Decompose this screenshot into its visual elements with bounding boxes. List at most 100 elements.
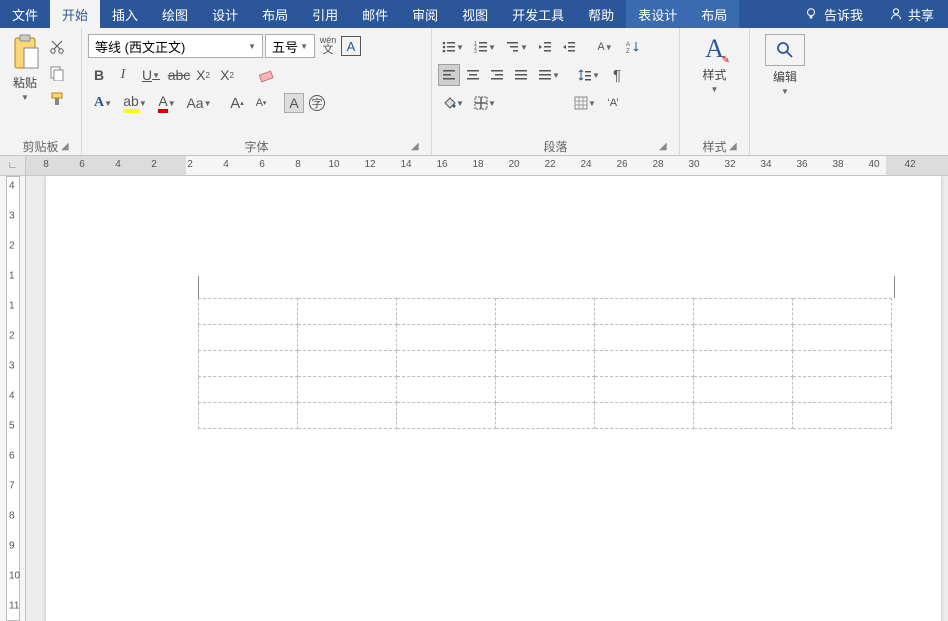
tab-insert[interactable]: 插入 — [100, 0, 150, 28]
cut-button[interactable] — [46, 36, 68, 58]
tab-layout[interactable]: 布局 — [250, 0, 300, 28]
decrease-indent-button[interactable] — [534, 36, 556, 58]
ruler-number: 2 — [9, 241, 15, 252]
ruler-number: 3 — [9, 361, 15, 372]
ruler-number: 30 — [688, 159, 699, 170]
sort-icon: AZ — [626, 40, 640, 54]
clipboard-launcher[interactable]: ◢ — [61, 141, 73, 153]
document-table[interactable] — [198, 298, 892, 429]
text-effects-button[interactable]: A ▼ — [88, 92, 118, 114]
group-clipboard: 粘贴 ▼ 剪贴板◢ — [0, 28, 82, 155]
tab-table-layout[interactable]: 布局 — [689, 0, 739, 28]
phonetic-guide-button[interactable]: wén文 — [317, 35, 339, 57]
font-size-combo[interactable]: 五号▼ — [265, 34, 315, 58]
svg-text:3: 3 — [474, 49, 477, 54]
group-paragraph: ▼ 123▼ ▼ A▼ AZ ▼ ▼ ¶ ▼ ▼ — [432, 28, 680, 155]
tab-home[interactable]: 开始 — [50, 0, 100, 28]
increase-indent-button[interactable] — [558, 36, 580, 58]
font-launcher[interactable]: ◢ — [411, 141, 423, 153]
ruler-number: 2 — [9, 331, 15, 342]
format-painter-button[interactable] — [46, 88, 68, 110]
multilevel-list-button[interactable]: ▼ — [502, 36, 532, 58]
shading-button[interactable]: ▼ — [438, 92, 468, 114]
align-left-button[interactable] — [438, 64, 460, 86]
tell-me-search[interactable]: 告诉我 — [792, 0, 875, 28]
ruler-number: 18 — [472, 159, 483, 170]
table-row[interactable] — [199, 403, 892, 429]
table-row[interactable] — [199, 325, 892, 351]
share-button[interactable]: 共享 — [875, 0, 948, 28]
underline-button[interactable]: U ▼ — [136, 64, 166, 86]
highlight-button[interactable]: ab ▼ — [120, 92, 150, 114]
bold-button[interactable]: B — [88, 64, 110, 86]
styles-launcher[interactable]: ◢ — [729, 141, 741, 153]
copy-button[interactable] — [46, 62, 68, 84]
font-name-combo[interactable]: 等线 (西文正文)▼ — [88, 34, 263, 58]
scissors-icon — [49, 39, 65, 55]
document-area[interactable] — [26, 176, 948, 621]
numbering-button[interactable]: 123▼ — [470, 36, 500, 58]
ruler-number: 9 — [9, 541, 15, 552]
char-scaling-button[interactable]: ‘A’ — [602, 92, 624, 114]
paragraph-launcher[interactable]: ◢ — [659, 141, 671, 153]
align-center-button[interactable] — [462, 64, 484, 86]
ruler-number: 36 — [796, 159, 807, 170]
italic-button[interactable]: I — [112, 64, 134, 86]
ruler-number: 5 — [9, 421, 15, 432]
ruler-number: 12 — [364, 159, 375, 170]
vertical-ruler[interactable]: 43211234567891011 — [0, 176, 26, 621]
horizontal-ruler[interactable]: 8642246810121416182022242628303234363840… — [26, 156, 948, 176]
char-shading-button[interactable]: A — [284, 93, 304, 113]
ruler-number: 1 — [9, 271, 15, 282]
change-case-button[interactable]: Aa ▼ — [184, 92, 214, 114]
tab-help[interactable]: 帮助 — [576, 0, 626, 28]
find-icon — [765, 34, 805, 66]
snap-to-grid-button[interactable]: ▼ — [570, 92, 600, 114]
subscript-button[interactable]: X2 — [192, 64, 214, 86]
tab-references[interactable]: 引用 — [300, 0, 350, 28]
ruler-number: 8 — [295, 159, 301, 170]
page[interactable] — [46, 176, 941, 621]
strikethrough-button[interactable]: abc — [168, 64, 190, 86]
ruler-number: 3 — [9, 211, 15, 222]
editing-button[interactable]: 编辑 ▼ — [761, 32, 809, 98]
ruler-corner[interactable]: ∟ — [0, 156, 26, 176]
paste-button[interactable]: 粘贴 ▼ — [6, 32, 44, 104]
paint-bucket-icon — [442, 96, 456, 110]
chevron-down-icon: ▼ — [781, 87, 789, 96]
align-right-button[interactable] — [486, 64, 508, 86]
line-spacing-button[interactable]: ▼ — [574, 64, 604, 86]
tab-table-design[interactable]: 表设计 — [626, 0, 689, 28]
grid-icon — [574, 96, 588, 110]
group-clipboard-label: 剪贴板 — [22, 138, 58, 155]
show-marks-button[interactable]: ¶ — [606, 64, 628, 86]
asian-layout-button[interactable]: A▼ — [590, 36, 620, 58]
superscript-button[interactable]: X2 — [216, 64, 238, 86]
table-row[interactable] — [199, 299, 892, 325]
group-styles-label: 样式 — [702, 138, 726, 155]
tab-view[interactable]: 视图 — [450, 0, 500, 28]
styles-button[interactable]: A✎ 样式 ▼ — [698, 32, 730, 96]
tab-file[interactable]: 文件 — [0, 0, 50, 28]
enclose-char-button[interactable]: 字 — [306, 92, 328, 114]
tab-developer[interactable]: 开发工具 — [500, 0, 576, 28]
align-justify-button[interactable] — [510, 64, 532, 86]
brush-icon — [49, 91, 65, 107]
table-row[interactable] — [199, 351, 892, 377]
character-border-button[interactable]: A — [341, 36, 361, 56]
shrink-font-button[interactable]: A▾ — [250, 92, 272, 114]
grow-font-button[interactable]: A▴ — [226, 92, 248, 114]
clear-formatting-button[interactable] — [256, 64, 278, 86]
tab-mailings[interactable]: 邮件 — [350, 0, 400, 28]
svg-text:A: A — [626, 42, 630, 48]
paste-label: 粘贴 — [13, 74, 37, 91]
tab-review[interactable]: 审阅 — [400, 0, 450, 28]
font-color-button[interactable]: A ▼ — [152, 92, 182, 114]
align-distributed-button[interactable]: ▼ — [534, 64, 564, 86]
borders-button[interactable]: ▼ — [470, 92, 500, 114]
sort-button[interactable]: AZ — [622, 36, 644, 58]
table-row[interactable] — [199, 377, 892, 403]
tab-draw[interactable]: 绘图 — [150, 0, 200, 28]
tab-design[interactable]: 设计 — [200, 0, 250, 28]
bullets-button[interactable]: ▼ — [438, 36, 468, 58]
